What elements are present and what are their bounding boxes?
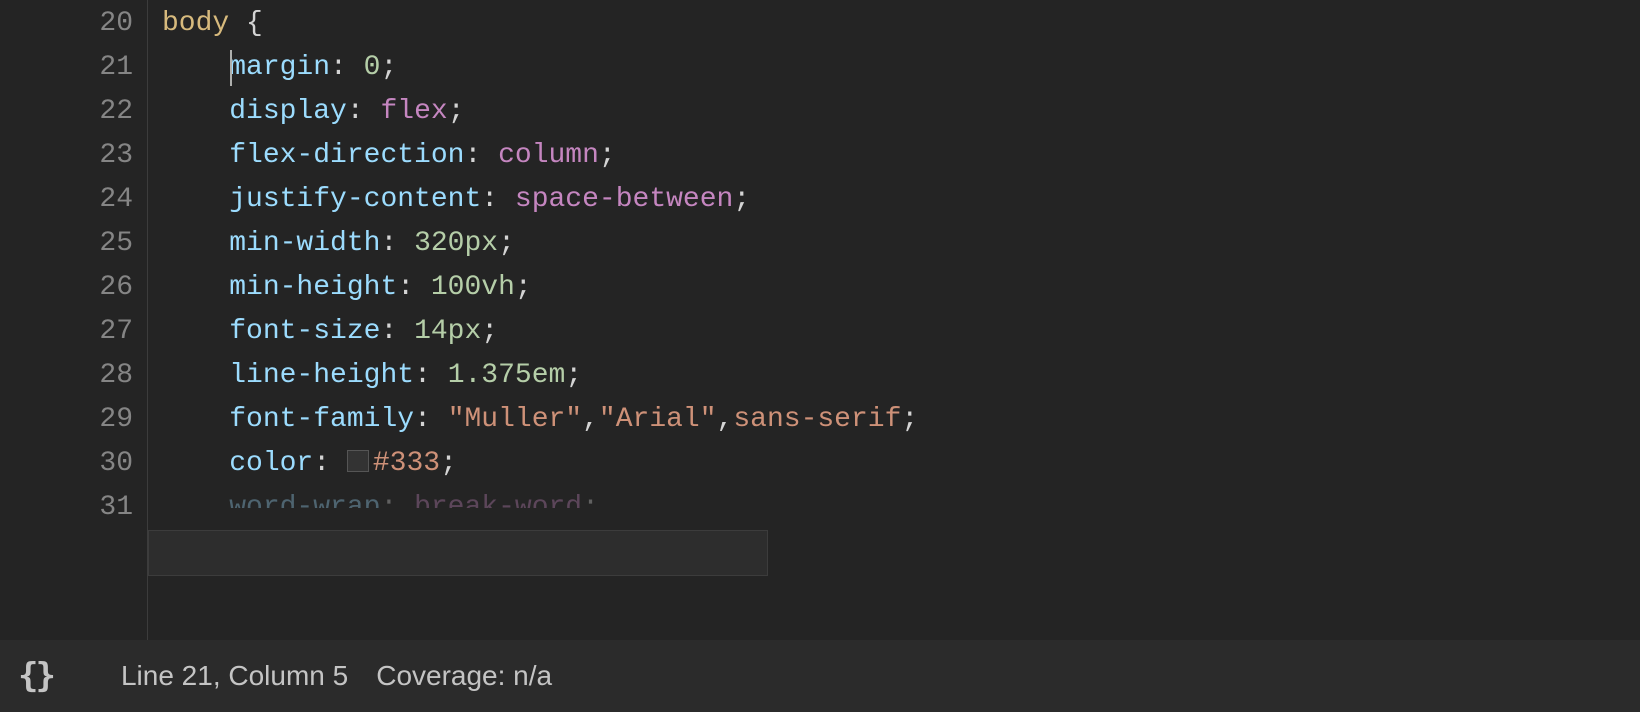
token: 1.375em [448, 360, 566, 391]
code-line[interactable]: flex-direction: column; [162, 134, 1640, 178]
token [347, 52, 364, 83]
token [481, 140, 498, 171]
token: display [229, 96, 347, 127]
status-bar: {} Line 21, Column 5 Coverage: n/a [0, 640, 1640, 712]
line-number: 27 [0, 310, 147, 354]
token: ; [515, 272, 532, 303]
token [414, 272, 431, 303]
token [397, 316, 414, 347]
token: margin [229, 52, 330, 83]
code-line[interactable]: line-height: 1.375em; [162, 354, 1640, 398]
line-number: 28 [0, 354, 147, 398]
token [229, 8, 246, 39]
token [498, 184, 515, 215]
code-line[interactable]: body { [162, 2, 1640, 46]
token: body [162, 8, 229, 39]
token: : [464, 140, 481, 171]
line-number: 29 [0, 398, 147, 442]
line-number: 22 [0, 90, 147, 134]
code-line[interactable]: margin: 0; [162, 46, 1640, 90]
token: 320px [414, 228, 498, 259]
token: break-word [414, 492, 582, 508]
line-number: 30 [0, 442, 147, 486]
token: justify-content [229, 184, 481, 215]
line-number: 21 [0, 46, 147, 90]
line-number: 31 [0, 486, 147, 530]
token: ; [901, 404, 918, 435]
code-line[interactable]: color: #333; [162, 442, 1640, 486]
line-number-gutter: 202122232425262728293031 [0, 0, 148, 640]
token: min-width [229, 228, 380, 259]
code-line[interactable]: display: flex; [162, 90, 1640, 134]
hover-overlay [148, 530, 768, 576]
line-number: 24 [0, 178, 147, 222]
token: : [397, 272, 414, 303]
format-icon[interactable]: {} [18, 656, 53, 696]
token: : [481, 184, 498, 215]
code-line[interactable]: word-wrap: break-word; [162, 486, 1640, 530]
token: : [347, 96, 364, 127]
token: font-family [229, 404, 414, 435]
code-line[interactable]: justify-content: space-between; [162, 178, 1640, 222]
token: flex-direction [229, 140, 464, 171]
line-number: 20 [0, 2, 147, 46]
token: : [414, 360, 431, 391]
token: flex [380, 96, 447, 127]
code-line[interactable]: font-family: "Muller","Arial",sans-serif… [162, 398, 1640, 442]
line-number: 25 [0, 222, 147, 266]
token: : [330, 52, 347, 83]
token: word-wrap [229, 492, 380, 508]
token: ; [440, 448, 457, 479]
token: 100vh [431, 272, 515, 303]
line-number: 26 [0, 266, 147, 310]
token [330, 448, 347, 479]
code-line[interactable]: min-width: 320px; [162, 222, 1640, 266]
token: 14px [414, 316, 481, 347]
editor-viewport[interactable]: 202122232425262728293031 body { margin: … [0, 0, 1640, 640]
token: ; [733, 184, 750, 215]
code-line[interactable]: min-height: 100vh; [162, 266, 1640, 310]
coverage-status[interactable]: Coverage: n/a [376, 660, 552, 692]
token: line-height [229, 360, 414, 391]
token [431, 404, 448, 435]
token [397, 492, 414, 508]
token: "Muller" [448, 404, 582, 435]
token: column [498, 140, 599, 171]
token: 0 [364, 52, 381, 83]
token: ; [582, 492, 599, 508]
token: ; [599, 140, 616, 171]
token [397, 228, 414, 259]
code-editor: 202122232425262728293031 body { margin: … [0, 0, 1640, 712]
token: , [717, 404, 734, 435]
text-cursor [230, 50, 232, 86]
code-line[interactable]: font-size: 14px; [162, 310, 1640, 354]
token [431, 360, 448, 391]
token: color [229, 448, 313, 479]
token: sans-serif [733, 404, 901, 435]
token: ; [498, 228, 515, 259]
line-number: 23 [0, 134, 147, 178]
token: ; [380, 52, 397, 83]
token: : [380, 492, 397, 508]
token: font-size [229, 316, 380, 347]
token [364, 96, 381, 127]
token: ; [481, 316, 498, 347]
color-swatch[interactable] [347, 450, 369, 472]
token: ; [448, 96, 465, 127]
token: #333 [373, 448, 440, 479]
token: { [246, 8, 263, 39]
token: : [414, 404, 431, 435]
token: : [380, 228, 397, 259]
cursor-position[interactable]: Line 21, Column 5 [121, 660, 348, 692]
token: , [582, 404, 599, 435]
token: space-between [515, 184, 733, 215]
token: : [313, 448, 330, 479]
token: ; [565, 360, 582, 391]
token: "Arial" [599, 404, 717, 435]
token: min-height [229, 272, 397, 303]
token: : [380, 316, 397, 347]
